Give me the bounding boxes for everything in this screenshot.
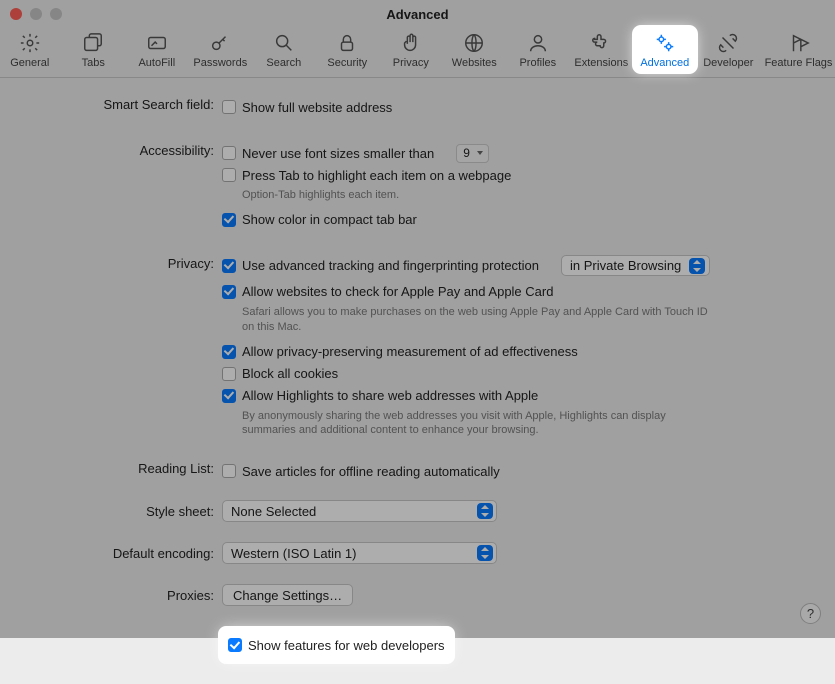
apple-pay-hint: Safari allows you to make purchases on t… [242, 305, 722, 335]
tracking-scope-select[interactable]: in Private Browsing [561, 255, 710, 276]
tab-tabs[interactable]: Tabs [64, 28, 124, 71]
tab-label: Privacy [393, 57, 429, 69]
preferences-toolbar: General Tabs AutoFill Passwords Search S… [0, 24, 835, 78]
tab-profiles[interactable]: Profiles [508, 28, 568, 71]
block-cookies-label: Block all cookies [242, 366, 338, 381]
highlights-checkbox[interactable] [222, 389, 236, 403]
tracking-label: Use advanced tracking and fingerprinting… [242, 258, 539, 273]
search-icon [273, 32, 295, 54]
tab-label: Advanced [640, 57, 689, 69]
min-font-size-select[interactable]: 9 [456, 144, 489, 163]
proxies-label: Proxies: [40, 584, 222, 603]
tools-icon [717, 32, 739, 54]
tab-label: AutoFill [138, 57, 175, 69]
highlights-label: Allow Highlights to share web addresses … [242, 388, 538, 403]
encoding-select[interactable]: Western (ISO Latin 1) [222, 542, 497, 564]
tab-label: Extensions [574, 57, 628, 69]
updown-icon [477, 503, 493, 519]
ad-measure-checkbox[interactable] [222, 345, 236, 359]
tab-label: Search [266, 57, 301, 69]
change-proxies-button[interactable]: Change Settings… [222, 584, 353, 606]
hand-icon [400, 32, 422, 54]
help-button[interactable]: ? [800, 603, 821, 624]
settings-content: Smart Search field: Show full website ad… [0, 78, 835, 684]
compact-color-label: Show color in compact tab bar [242, 212, 417, 227]
press-tab-hint: Option-Tab highlights each item. [242, 188, 722, 203]
tab-label: Developer [703, 57, 753, 69]
encoding-label: Default encoding: [40, 542, 222, 561]
offline-reading-checkbox[interactable] [222, 464, 236, 478]
show-full-address-checkbox[interactable] [222, 100, 236, 114]
tab-extensions[interactable]: Extensions [572, 28, 632, 71]
minimize-window-button[interactable] [30, 8, 42, 20]
press-tab-label: Press Tab to highlight each item on a we… [242, 168, 511, 183]
min-font-checkbox[interactable] [222, 146, 236, 160]
lock-icon [336, 32, 358, 54]
highlights-hint: By anonymously sharing the web addresses… [242, 409, 722, 439]
dev-features-label: Show features for web developers [248, 638, 445, 653]
pencil-icon [146, 32, 168, 54]
apple-pay-label: Allow websites to check for Apple Pay an… [242, 284, 553, 299]
tab-label: Security [327, 57, 367, 69]
apple-pay-checkbox[interactable] [222, 285, 236, 299]
globe-icon [463, 32, 485, 54]
tab-privacy[interactable]: Privacy [381, 28, 441, 71]
block-cookies-checkbox[interactable] [222, 367, 236, 381]
privacy-label: Privacy: [40, 255, 222, 271]
updown-icon [477, 545, 493, 561]
gear-icon [19, 32, 41, 54]
tab-autofill[interactable]: AutoFill [127, 28, 187, 71]
tab-advanced[interactable]: Advanced [635, 28, 695, 71]
zoom-window-button[interactable] [50, 8, 62, 20]
puzzle-icon [590, 32, 612, 54]
tab-search[interactable]: Search [254, 28, 314, 71]
min-font-label: Never use font sizes smaller than [242, 146, 434, 161]
tab-label: Tabs [82, 57, 105, 69]
window-controls [10, 8, 62, 20]
tab-label: Passwords [193, 57, 247, 69]
compact-color-checkbox[interactable] [222, 213, 236, 227]
tracking-checkbox[interactable] [222, 259, 236, 273]
press-tab-checkbox[interactable] [222, 168, 236, 182]
flags-icon [788, 32, 810, 54]
ad-measure-label: Allow privacy-preserving measurement of … [242, 344, 578, 359]
tab-label: General [10, 57, 49, 69]
tab-feature-flags[interactable]: Feature Flags [762, 28, 835, 71]
tab-developer[interactable]: Developer [699, 28, 759, 71]
tab-label: Feature Flags [765, 57, 833, 69]
reading-list-label: Reading List: [40, 460, 222, 476]
tab-general[interactable]: General [0, 28, 60, 71]
tab-passwords[interactable]: Passwords [191, 28, 251, 71]
tab-label: Profiles [519, 57, 556, 69]
tab-label: Websites [452, 57, 497, 69]
stylesheet-select[interactable]: None Selected [222, 500, 497, 522]
stylesheet-label: Style sheet: [40, 500, 222, 519]
offline-reading-label: Save articles for offline reading automa… [242, 464, 500, 479]
tab-security[interactable]: Security [318, 28, 378, 71]
dev-features-checkbox[interactable] [228, 638, 242, 652]
person-icon [527, 32, 549, 54]
key-icon [209, 32, 231, 54]
tab-websites[interactable]: Websites [445, 28, 505, 71]
gears-icon [654, 32, 676, 54]
show-full-address-label: Show full website address [242, 100, 392, 115]
accessibility-label: Accessibility: [40, 142, 222, 158]
close-window-button[interactable] [10, 8, 22, 20]
tabs-icon [82, 32, 104, 54]
updown-icon [689, 258, 705, 274]
window-title: Advanced [0, 0, 835, 24]
smart-search-label: Smart Search field: [40, 96, 222, 112]
